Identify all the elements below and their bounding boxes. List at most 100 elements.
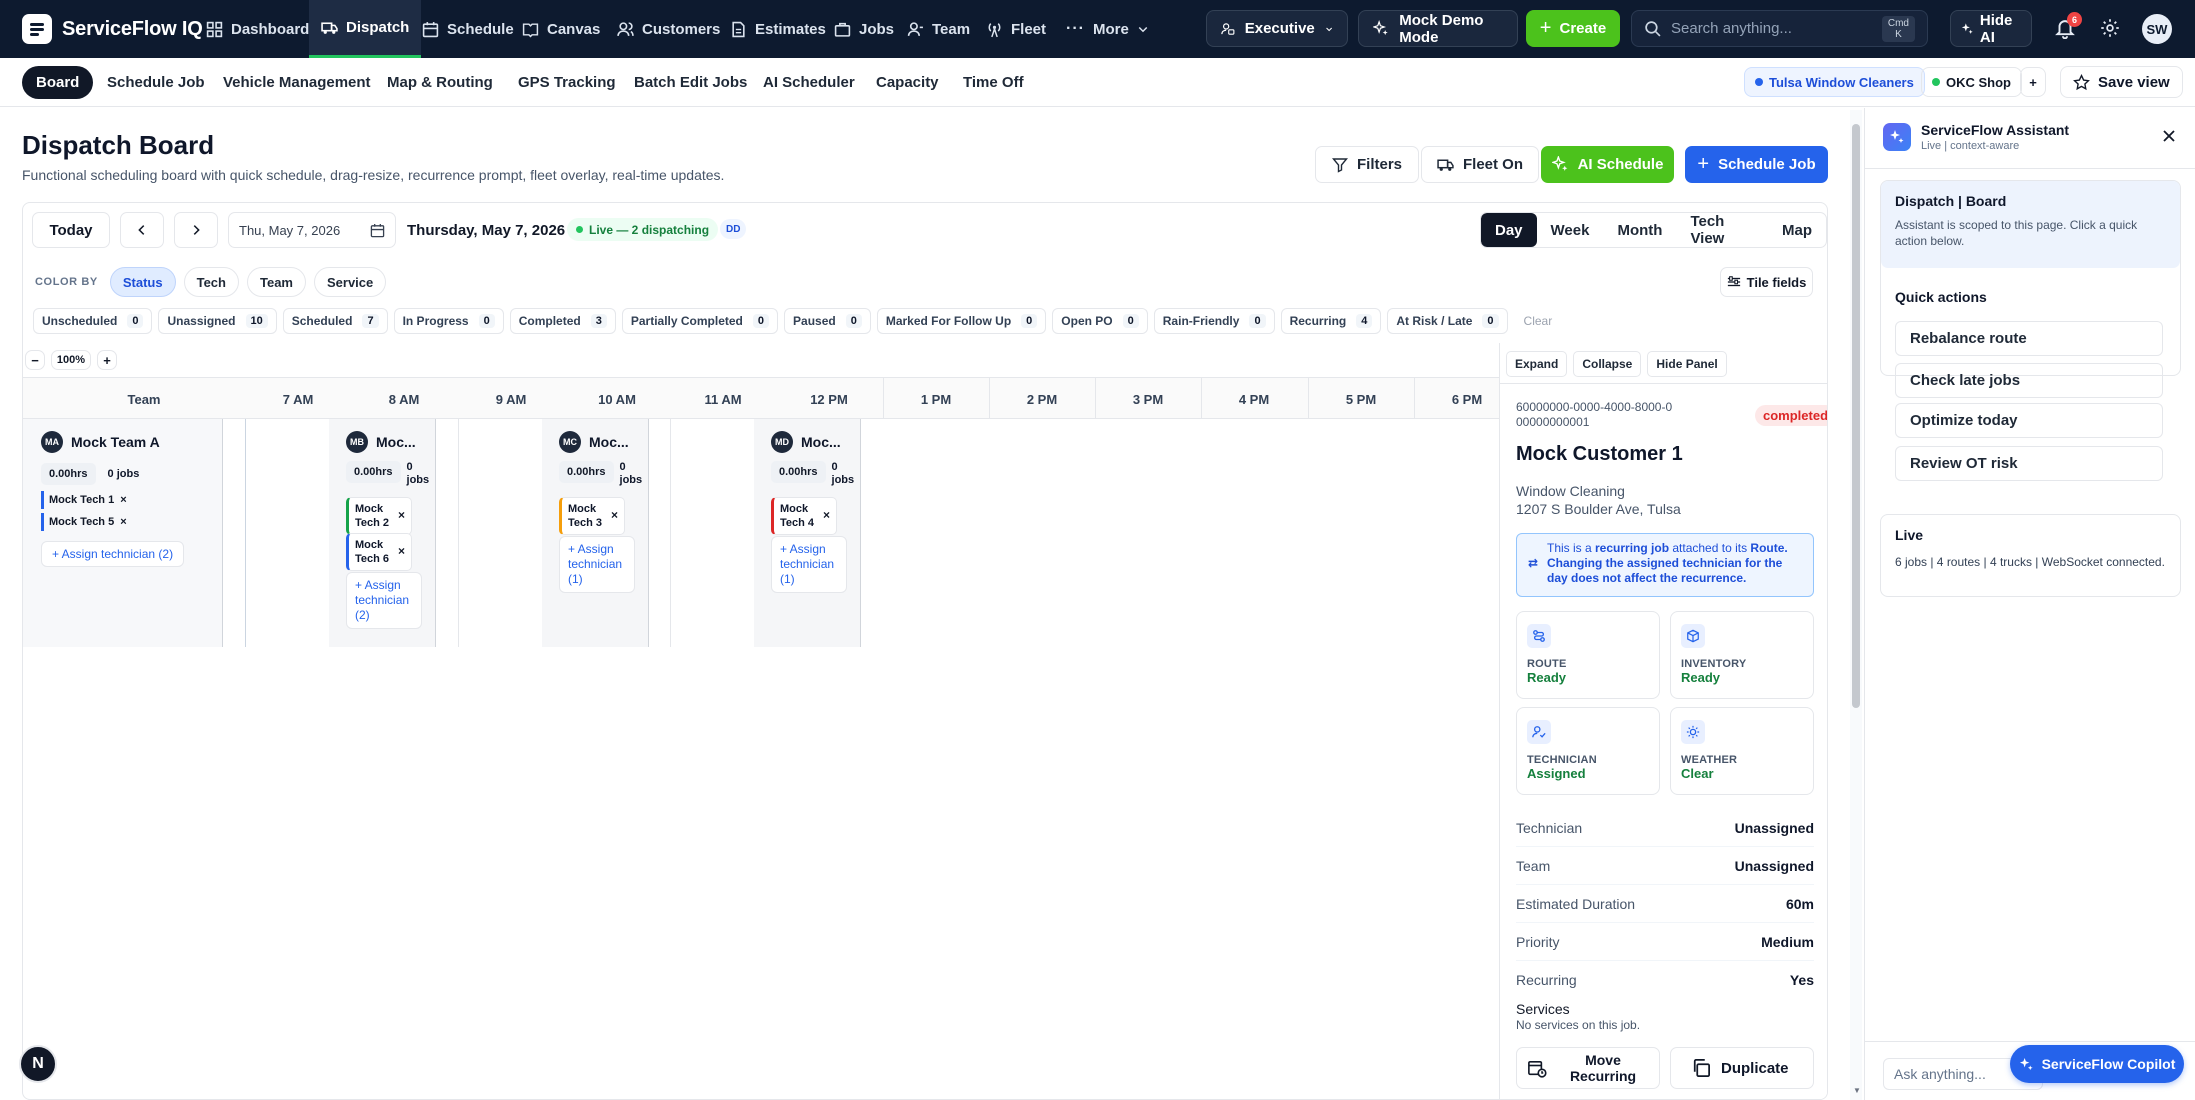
dd-badge[interactable]: DD <box>720 219 747 239</box>
nav-dashboard[interactable]: Dashboard <box>206 0 309 58</box>
tab-week[interactable]: Week <box>1537 213 1604 247</box>
subnav-vehicle-management[interactable]: Vehicle Management <box>209 66 385 99</box>
remove-icon[interactable]: × <box>120 516 126 528</box>
nav-estimates[interactable]: Estimates <box>730 0 826 58</box>
remove-icon[interactable]: × <box>611 508 618 522</box>
assign-technician-button[interactable]: + Assign technician (1) <box>559 536 635 593</box>
hide-ai-button[interactable]: Hide AI <box>1950 10 2032 47</box>
assign-technician-button[interactable]: + Assign technician (1) <box>771 536 847 593</box>
date-picker-input[interactable]: Thu, May 7, 2026 <box>228 212 396 248</box>
zoom-out-button[interactable]: − <box>25 350 45 370</box>
hide-panel-button[interactable]: Hide Panel <box>1647 351 1727 377</box>
collapse-button[interactable]: Collapse <box>1573 351 1642 377</box>
team-card-a[interactable]: MA Mock Team A 0.00hrs 0 jobs Mock Tech … <box>41 431 185 567</box>
status-chip-follow-up[interactable]: Marked For Follow Up 0 <box>876 308 1047 334</box>
nav-customers[interactable]: Customers <box>617 0 720 58</box>
subnav-time-off[interactable]: Time Off <box>949 66 1038 99</box>
assign-technician-button[interactable]: + Assign technician (2) <box>346 572 422 629</box>
save-view-button[interactable]: Save view <box>2060 66 2183 98</box>
page-scrollbar[interactable]: ▼ <box>1850 110 1862 1100</box>
zoom-in-button[interactable]: + <box>97 350 117 370</box>
tech-chip[interactable]: Mock Tech 1 × <box>41 491 184 509</box>
status-chip-in-progress[interactable]: In Progress 0 <box>393 308 504 334</box>
color-by-status[interactable]: Status <box>109 267 176 297</box>
create-button[interactable]: + Create <box>1526 10 1620 47</box>
demo-mode-toggle[interactable]: Mock Demo Mode <box>1358 10 1518 47</box>
status-chip-completed[interactable]: Completed 3 <box>509 308 616 334</box>
tech-chip[interactable]: Mock Tech 2 × <box>346 497 412 535</box>
copilot-button[interactable]: ServiceFlow Copilot <box>2010 1045 2184 1083</box>
tech-chip[interactable]: Mock Tech 3 × <box>559 497 625 535</box>
prev-day-button[interactable] <box>120 212 164 248</box>
scrollbar-thumb[interactable] <box>1852 124 1860 708</box>
next-day-button[interactable] <box>174 212 218 248</box>
tech-chip[interactable]: Mock Tech 4 × <box>771 497 837 535</box>
tile-fields-button[interactable]: Tile fields <box>1720 267 1813 297</box>
quick-action-review-ot-risk[interactable]: Review OT risk <box>1895 446 2163 481</box>
user-avatar[interactable]: SW <box>2142 14 2172 44</box>
status-chip-at-risk[interactable]: At Risk / Late 0 <box>1387 308 1508 334</box>
status-chip-recurring[interactable]: Recurring 4 <box>1280 308 1382 334</box>
remove-icon[interactable]: × <box>398 508 405 522</box>
filters-button[interactable]: Filters <box>1315 146 1419 183</box>
nav-fleet[interactable]: Fleet <box>986 0 1046 58</box>
global-search-input[interactable]: Search anything... Cmd K <box>1631 10 1928 47</box>
status-chip-partially-completed[interactable]: Partially Completed 0 <box>621 308 779 334</box>
status-chip-scheduled[interactable]: Scheduled 7 <box>282 308 388 334</box>
team-card-b[interactable]: MB Moc... 0.00hrs 0 jobs <box>346 431 436 487</box>
subnav-ai-scheduler[interactable]: AI Scheduler <box>749 66 869 99</box>
status-chip-unassigned[interactable]: Unassigned 10 <box>158 308 277 334</box>
nav-team[interactable]: Team <box>907 0 970 58</box>
subnav-gps-tracking[interactable]: GPS Tracking <box>504 66 630 99</box>
quick-action-optimize-today[interactable]: Optimize today <box>1895 403 2163 438</box>
nav-canvas[interactable]: Canvas <box>522 0 600 58</box>
dev-tools-badge[interactable]: N <box>19 1045 57 1083</box>
tab-map[interactable]: Map <box>1768 213 1826 247</box>
notifications-button[interactable]: 6 <box>2054 12 2082 39</box>
role-switcher[interactable]: Executive <box>1206 10 1348 47</box>
org-chip-okc[interactable]: OKC Shop <box>1921 67 2022 97</box>
status-chip-paused[interactable]: Paused 0 <box>784 308 871 334</box>
close-assistant-button[interactable] <box>2161 128 2177 144</box>
expand-button[interactable]: Expand <box>1506 351 1568 377</box>
subnav-board[interactable]: Board <box>22 66 94 99</box>
settings-button[interactable] <box>2100 18 2120 38</box>
add-org-button[interactable]: + <box>2020 67 2046 97</box>
ai-schedule-button[interactable]: AI Schedule <box>1541 146 1674 183</box>
org-chip-tulsa[interactable]: Tulsa Window Cleaners <box>1744 67 1925 97</box>
customer-name[interactable]: Mock Customer 1 <box>1516 443 1683 466</box>
tech-chip[interactable]: Mock Tech 5 × <box>41 513 184 531</box>
quick-action-rebalance-route[interactable]: Rebalance route <box>1895 321 2163 356</box>
color-by-tech[interactable]: Tech <box>183 267 239 297</box>
duplicate-button[interactable]: Duplicate <box>1670 1047 1814 1089</box>
fleet-toggle-button[interactable]: Fleet On <box>1421 146 1539 183</box>
clear-filters-link[interactable]: Clear <box>1524 314 1553 328</box>
tab-tech-view[interactable]: Tech View <box>1676 213 1768 247</box>
status-chip-open-po[interactable]: Open PO 0 <box>1052 308 1148 334</box>
remove-icon[interactable]: × <box>398 544 405 558</box>
move-recurring-button[interactable]: Move Recurring <box>1516 1047 1660 1089</box>
assign-technician-button[interactable]: + Assign technician (2) <box>41 541 185 567</box>
scroll-down-arrow-icon[interactable]: ▼ <box>1853 1086 1861 1095</box>
app-logo[interactable]: ServiceFlow IQ <box>22 14 203 44</box>
nav-dispatch[interactable]: Dispatch <box>309 0 422 58</box>
tech-chip[interactable]: Mock Tech 6 × <box>346 533 412 571</box>
color-by-service[interactable]: Service <box>313 267 387 297</box>
team-card-d[interactable]: MD Moc... 0.00hrs 0 jobs <box>771 431 861 487</box>
subnav-batch-edit-jobs[interactable]: Batch Edit Jobs <box>620 66 761 99</box>
tab-day[interactable]: Day <box>1481 213 1537 247</box>
nav-jobs[interactable]: Jobs <box>834 0 894 58</box>
status-chip-unscheduled[interactable]: Unscheduled 0 <box>33 308 153 334</box>
remove-icon[interactable]: × <box>823 508 830 522</box>
nav-more[interactable]: ··· More <box>1066 0 1149 58</box>
tab-month[interactable]: Month <box>1603 213 1676 247</box>
remove-icon[interactable]: × <box>120 494 126 506</box>
subnav-map-routing[interactable]: Map & Routing <box>373 66 507 99</box>
quick-action-check-late-jobs[interactable]: Check late jobs <box>1895 363 2163 398</box>
today-button[interactable]: Today <box>32 212 110 248</box>
status-chip-rain-friendly[interactable]: Rain-Friendly 0 <box>1153 308 1275 334</box>
color-by-team[interactable]: Team <box>246 267 306 297</box>
team-card-c[interactable]: MC Moc... 0.00hrs 0 jobs <box>559 431 649 487</box>
subnav-schedule-job[interactable]: Schedule Job <box>93 66 219 99</box>
nav-schedule[interactable]: Schedule <box>422 0 514 58</box>
